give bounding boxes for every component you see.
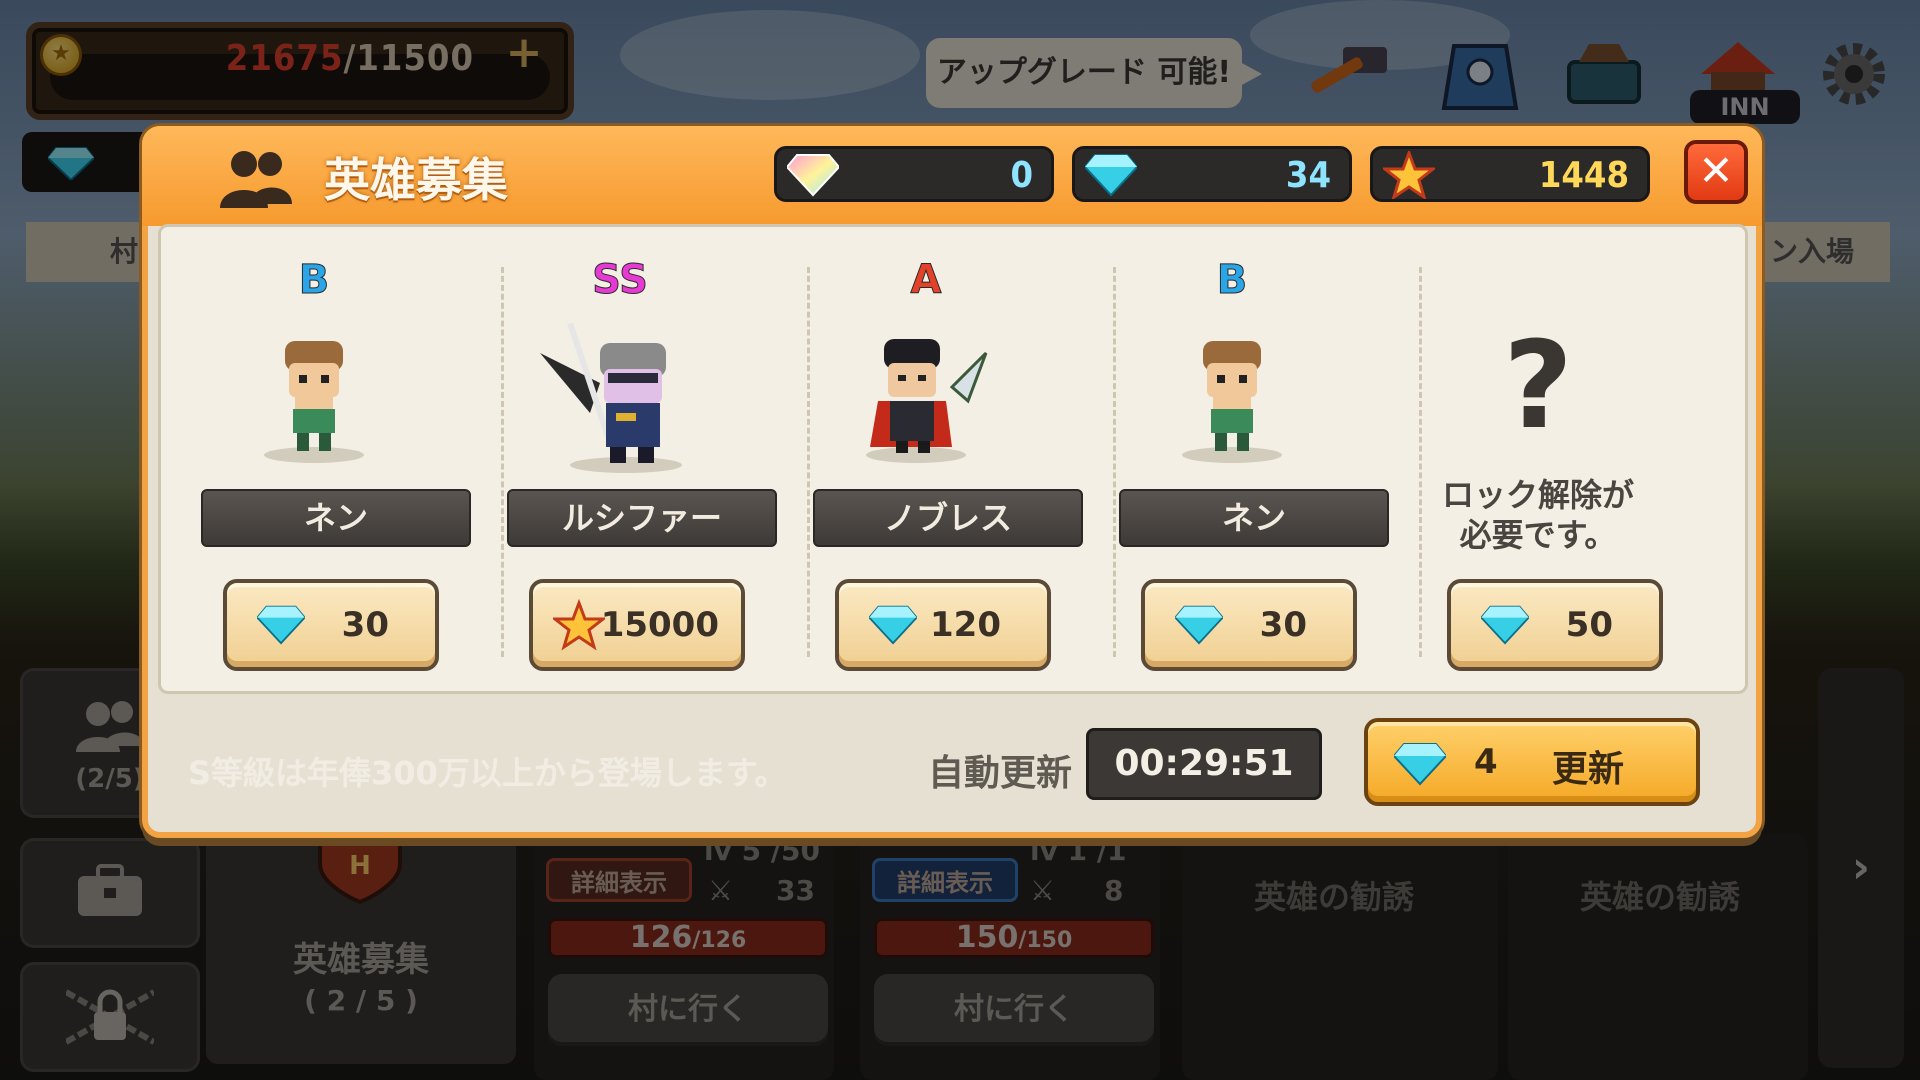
slot-5-unlock-button[interactable]: 50 — [1447, 579, 1663, 671]
auto-refresh-label: 自動更新 — [928, 753, 1073, 794]
hero-recruit-dialog: 英雄募集 0 34 1448 ✕ B ネン 30 SS ルシファー 15000 … — [142, 126, 1762, 838]
blue-gem-icon — [1175, 605, 1223, 645]
dialog-title: 英雄募集 — [324, 153, 508, 207]
star-counter: 1448 — [1370, 146, 1650, 202]
blue-gem-value: 34 — [1285, 155, 1331, 196]
blue-gem-icon — [1085, 154, 1137, 197]
close-icon: ✕ — [1698, 146, 1734, 195]
blue-gem-icon — [1481, 605, 1529, 645]
slot-3-price: 120 — [930, 605, 1001, 645]
recruit-slot-2[interactable]: SS ルシファー 15000 — [467, 227, 777, 697]
recruit-slot-3[interactable]: A ノブレス 120 — [773, 227, 1083, 697]
recruit-slots-panel: B ネン 30 SS ルシファー 15000 A ノブレス 120 B ネン 3… — [158, 224, 1748, 694]
slot-3-recruit-button[interactable]: 120 — [835, 579, 1051, 671]
slot-3-hero-name: ノブレス — [813, 489, 1083, 547]
grade-info-note: S等級は年俸300万以上から登場します。 — [188, 754, 787, 792]
refresh-cost: 4 — [1474, 742, 1498, 782]
slot-3-grade: A — [910, 257, 942, 304]
unlock-required-line1: ロック解除が — [1441, 476, 1634, 514]
star-icon — [553, 599, 605, 651]
recruit-slot-5-locked[interactable]: ? ロック解除が 必要です。 50 — [1385, 227, 1691, 697]
slot-2-recruit-button[interactable]: 15000 — [529, 579, 745, 671]
blue-gem-icon — [257, 605, 305, 645]
rainbow-gem-icon — [787, 154, 839, 197]
recruit-slot-1[interactable]: B ネン 30 — [161, 227, 471, 697]
hero-nen-sprite — [264, 341, 364, 463]
slot-1-grade: B — [298, 257, 330, 304]
blue-gem-icon — [1394, 743, 1446, 786]
hero-lucifer-sprite — [540, 323, 682, 473]
unlock-required-line2: 必要です。 — [1459, 516, 1617, 554]
slot-4-price: 30 — [1259, 605, 1307, 645]
recruit-slot-4[interactable]: B ネン 30 — [1079, 227, 1389, 697]
refresh-timer: 00:29:51 — [1086, 728, 1322, 800]
question-mark-icon: ? — [1503, 317, 1573, 456]
slot-4-recruit-button[interactable]: 30 — [1141, 579, 1357, 671]
blue-gem-icon — [869, 605, 917, 645]
slot-1-price: 30 — [341, 605, 389, 645]
rainbow-gem-value: 0 — [1010, 155, 1033, 196]
refresh-label: 更新 — [1552, 749, 1625, 790]
rainbow-gem-counter: 0 — [774, 146, 1054, 202]
blue-gem-counter: 34 — [1072, 146, 1352, 202]
dialog-header: 英雄募集 0 34 1448 ✕ — [142, 126, 1762, 226]
heroes-group-icon — [220, 151, 292, 208]
slot-2-hero-name: ルシファー — [507, 489, 777, 547]
unlock-required-text: ロック解除が 必要です。 — [1385, 475, 1691, 555]
slot-2-grade: SS — [592, 257, 649, 304]
close-button[interactable]: ✕ — [1684, 140, 1748, 204]
slot-4-hero-name: ネン — [1119, 489, 1389, 547]
slot-1-hero-name: ネン — [201, 489, 471, 547]
refresh-button[interactable]: 4 更新 — [1364, 718, 1700, 806]
slot-1-recruit-button[interactable]: 30 — [223, 579, 439, 671]
slot-4-grade: B — [1216, 257, 1248, 304]
star-icon — [1383, 151, 1435, 199]
hero-noblesse-sprite — [866, 339, 988, 463]
hero-nen-sprite — [1182, 341, 1282, 463]
slot-2-price: 15000 — [600, 605, 719, 645]
slot-5-price: 50 — [1565, 605, 1613, 645]
star-value: 1448 — [1538, 155, 1629, 196]
